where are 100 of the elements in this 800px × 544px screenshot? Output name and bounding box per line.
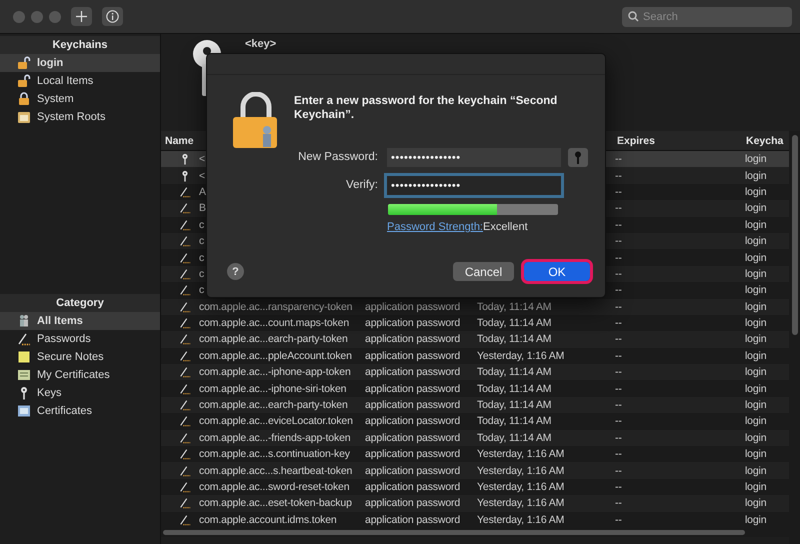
- new-password-field[interactable]: ••••••••••••••••: [387, 148, 561, 167]
- table-cell: login: [745, 268, 766, 280]
- table-row[interactable]: com.apple.ac...eset-token-backup application password Yesterday, 1:16 AM -- login: [161, 495, 789, 512]
- pen-icon: [17, 332, 31, 346]
- table-cell: --: [615, 333, 622, 346]
- table-row[interactable]: com.apple.ac...s.continuation-key application password Yesterday, 1:16 AM -- login: [161, 446, 789, 462]
- sidebar-item[interactable]: Passwords: [0, 330, 160, 348]
- table-cell: com.apple.ac...count.maps-token: [199, 317, 350, 330]
- sidebar-item[interactable]: login: [0, 54, 160, 72]
- sidebar-item-label: All Items: [37, 315, 83, 327]
- sidebar-item[interactable]: Local Items: [0, 72, 160, 90]
- help-button[interactable]: ?: [227, 263, 244, 280]
- table-cell: c: [199, 284, 204, 296]
- pen-icon: [179, 218, 191, 231]
- horizontal-scrollbar[interactable]: [163, 530, 745, 535]
- sidebar-item[interactable]: My Certificates: [0, 366, 160, 384]
- table-cell: login: [745, 464, 766, 477]
- add-button[interactable]: [71, 7, 92, 26]
- table-row[interactable]: com.apple.account.idms.token application password Yesterday, 1:16 AM -- login: [161, 512, 789, 528]
- table-row[interactable]: com.apple.ac...ransparency-token application password Today, 11:14 AM -- login: [161, 298, 789, 315]
- info-button[interactable]: [102, 7, 123, 26]
- table-row[interactable]: com.apple.acc...s.heartbeat-token application password Yesterday, 1:16 AM -- login: [161, 462, 789, 479]
- table-cell: login: [745, 252, 766, 264]
- sidebar-item[interactable]: All Items: [0, 312, 160, 330]
- sidebar-item[interactable]: System Roots: [0, 108, 160, 126]
- table-cell: A: [199, 186, 206, 198]
- column-header[interactable]: Expires: [613, 134, 743, 146]
- search-field[interactable]: Search: [622, 6, 792, 26]
- pen-icon: [179, 514, 191, 526]
- sidebar-item[interactable]: System: [0, 90, 160, 108]
- cancel-button[interactable]: Cancel: [453, 262, 514, 281]
- table-cell: c: [199, 268, 204, 280]
- table-cell: com.apple.ac...eset-token-backup: [199, 497, 352, 510]
- vertical-scrollbar[interactable]: [792, 135, 798, 335]
- table-row[interactable]: com.apple.ac...-iphone-app-token application password Today, 11:14 AM -- login: [161, 364, 789, 380]
- minimize-window-dot[interactable]: [31, 10, 43, 22]
- table-cell: com.apple.ac...ransparency-token: [199, 300, 352, 313]
- table-row[interactable]: com.apple.ac...earch-party-token application password Today, 11:14 AM -- login: [161, 331, 789, 348]
- column-header[interactable]: Keycha: [743, 134, 789, 146]
- verify-field[interactable]: ••••••••••••••••: [387, 176, 561, 195]
- pen-icon: [179, 317, 191, 330]
- table-cell: login: [745, 317, 766, 330]
- sidebar-item-label: Certificates: [37, 405, 92, 417]
- table-cell: com.apple.account.idms.token: [199, 514, 337, 526]
- table-cell: Today, 11:14 AM: [477, 399, 552, 412]
- pen-icon: [179, 481, 191, 493]
- table-cell: --: [615, 481, 622, 493]
- table-cell: com.apple.ac...earch-party-token: [199, 399, 348, 412]
- table-cell: Today, 11:14 AM: [477, 366, 552, 378]
- table-cell: login: [745, 448, 766, 460]
- table-cell: Yesterday, 1:16 AM: [477, 448, 564, 460]
- table-cell: com.apple.acc...s.heartbeat-token: [199, 464, 352, 477]
- table-cell: --: [615, 235, 622, 248]
- table-cell: --: [615, 350, 622, 362]
- table-cell: login: [745, 235, 766, 248]
- table-cell: login: [745, 481, 766, 493]
- sidebar-item-label: Passwords: [37, 333, 91, 345]
- table-cell: login: [745, 333, 766, 346]
- table-cell: login: [745, 399, 766, 412]
- password-assistant-button[interactable]: [568, 148, 588, 167]
- pen-icon: [179, 186, 191, 198]
- pen-icon: [179, 350, 191, 362]
- zoom-window-dot[interactable]: [49, 10, 61, 22]
- table-cell: Today, 11:14 AM: [477, 300, 552, 313]
- pen-icon: [179, 432, 191, 444]
- sidebar-item[interactable]: Certificates: [0, 402, 160, 420]
- table-row[interactable]: com.apple.ac...earch-party-token application password Today, 11:14 AM -- login: [161, 396, 789, 414]
- table-cell: --: [615, 448, 622, 460]
- table-row[interactable]: com.apple.ac...-friends-app-token application password Today, 11:14 AM -- login: [161, 430, 789, 446]
- sidebar-item[interactable]: Keys: [0, 384, 160, 402]
- sidebar-item-label: Secure Notes: [37, 351, 104, 363]
- pen-icon: [179, 399, 191, 412]
- table-cell: login: [745, 432, 766, 444]
- table-row[interactable]: com.apple.ac...ppleAccount.token application password Yesterday, 1:16 AM -- login: [161, 348, 789, 364]
- table-cell: Today, 11:14 AM: [477, 415, 552, 428]
- table-cell: login: [745, 514, 766, 526]
- note-icon: [17, 350, 31, 364]
- table-cell: application password: [365, 350, 460, 362]
- sidebar-item-label: login: [37, 57, 64, 69]
- item-name: <key>: [245, 38, 276, 52]
- sidebar-item[interactable]: Secure Notes: [0, 348, 160, 366]
- table-cell: application password: [365, 448, 460, 460]
- table-cell: application password: [365, 481, 460, 493]
- keychains-heading: Keychains: [0, 36, 160, 54]
- table-cell: application password: [365, 382, 460, 395]
- table-cell: application password: [365, 300, 460, 313]
- field-label: New Password:: [298, 151, 378, 163]
- table-cell: Today, 11:14 AM: [477, 432, 552, 444]
- table-cell: com.apple.ac...-friends-app-token: [199, 432, 350, 444]
- close-window-dot[interactable]: [13, 10, 25, 22]
- table-cell: --: [615, 186, 622, 198]
- pen-icon: [179, 448, 191, 460]
- table-cell: --: [615, 218, 622, 231]
- password-strength-link[interactable]: Password Strength:: [387, 221, 483, 233]
- sidebar-item-label: My Certificates: [37, 369, 110, 381]
- ok-button[interactable]: OK: [524, 262, 590, 281]
- field-label: Verify:: [346, 179, 378, 191]
- table-cell: application password: [365, 333, 460, 346]
- table-cell: --: [615, 415, 622, 428]
- folder-icon: [17, 110, 31, 124]
